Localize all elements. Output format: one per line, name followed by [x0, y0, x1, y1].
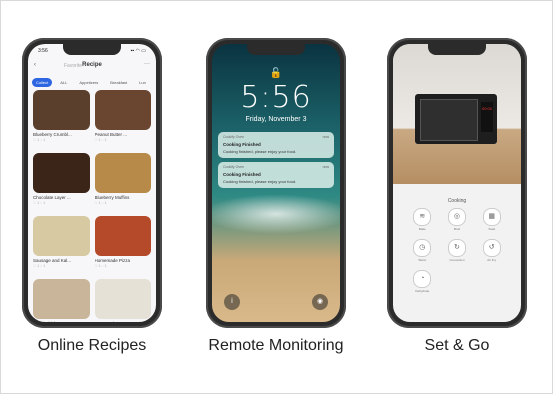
flashlight-icon[interactable]: ⅰ [224, 294, 240, 310]
notification-app: Cookify Oven [223, 135, 245, 139]
signal-icon: ▪▪ ◠ ▭ [130, 48, 146, 54]
recipe-name: Chocolate Layer ... [33, 195, 71, 200]
notification-body: Cooking finished, please enjoy your food… [223, 149, 297, 154]
recipe-thumbnail[interactable] [33, 153, 90, 193]
cooking-mode-button[interactable]: ▦ Toast [474, 208, 509, 231]
cooking-mode-button[interactable]: ≋ Bake [405, 208, 440, 231]
recipe-meta: ♡ 1 ◌ 1 [94, 201, 107, 205]
recipe-card[interactable]: Peanut Butter ... ♡ 1 ◌ 1 [94, 90, 151, 148]
recipe-card[interactable]: Blueberry Crumbl... ♡ 1 ◌ 1 [33, 90, 90, 148]
phone-notch [63, 44, 121, 55]
recipe-name: Blueberry Crumbl... [33, 132, 72, 137]
recipe-name: Buttery Dinner ... [95, 321, 152, 322]
section-title: Cooking [447, 198, 467, 204]
recipe-meta: ♡ 1 ◌ 1 [33, 201, 46, 205]
recipe-card[interactable]: Homemade Pizza ♡ 1 ◌ 1 [94, 216, 151, 274]
caption-remote-monitoring: Remote Monitoring [208, 337, 344, 354]
phone-notch [428, 44, 486, 55]
cooking-mode-label: Dehydrate [415, 289, 430, 293]
recipe-name: Peanut Butter ... [94, 132, 128, 137]
cooking-mode-button[interactable]: ◎ Broil [440, 208, 475, 231]
cooking-mode-button[interactable]: ↺ Air Fry [474, 239, 509, 262]
cooking-mode-label: Toast [488, 227, 496, 231]
cooking-mode-button[interactable]: ↻ Convection [440, 239, 475, 262]
phone-remote-monitoring: 🔓 5:56 Friday, November 3 Cookify Oven n… [206, 38, 346, 328]
cooking-mode-icon: ◎ [447, 208, 466, 226]
chip-breakfast[interactable]: Breakfast [106, 78, 131, 87]
lock-screen: 🔓 5:56 Friday, November 3 Cookify Oven n… [212, 44, 340, 322]
cooking-mode-label: Bake [418, 227, 426, 231]
notification-body: Cooking finished, please enjoy your food… [223, 179, 297, 184]
notification-app: Cookify Oven [223, 165, 245, 169]
recipe-thumbnail[interactable] [33, 279, 90, 319]
category-chips: Collect ALL Appetizers Breakfast Lun [32, 78, 156, 87]
notification-title: Cooking Finished [223, 172, 261, 177]
cooking-mode-icon: ◷ [413, 239, 432, 257]
cooking-mode-button[interactable]: ◷ Warm [405, 239, 440, 262]
notification-title: Cooking Finished [223, 142, 261, 147]
oven-control-screen: 00:00 Cooking ≋ Bake ◎ Broil ▦ Toast ◷ Warm ↻ Con… [393, 44, 521, 322]
oven-display: 00:00 [481, 106, 492, 111]
cooking-mode-label: Broil [453, 227, 460, 231]
caption-online-recipes: Online Recipes [37, 337, 147, 354]
cooking-mode-label: Air Fry [487, 258, 497, 262]
chip-appetizers[interactable]: Appetizers [75, 78, 102, 87]
page-title: Recipe [82, 62, 102, 68]
notification-card[interactable]: Cookify Oven now Cooking Finished Cookin… [218, 132, 334, 158]
nav-bar: ‹ Favorite Recipe ··· [28, 60, 156, 74]
status-time: 3:56 [38, 48, 48, 54]
recipe-card[interactable]: Blueberry Muffins ♡ 1 ◌ 1 [94, 153, 151, 211]
camera-icon[interactable]: ◉ [312, 294, 328, 310]
cooking-mode-icon: ≋ [413, 208, 432, 226]
recipe-thumbnail[interactable] [33, 216, 90, 256]
recipe-thumbnail[interactable] [94, 216, 151, 256]
chip-all[interactable]: ALL [56, 78, 71, 87]
recipe-grid: Blueberry Crumbl... ♡ 1 ◌ 1 Peanut Butter … [33, 90, 151, 322]
cooking-mode-icon: ◔ [413, 270, 432, 288]
chip-collect[interactable]: Collect [32, 78, 53, 87]
recipe-thumbnail[interactable] [33, 90, 90, 130]
cooking-mode-button[interactable]: ◔ Dehydrate [405, 270, 440, 293]
recipe-card[interactable]: Buttery Dinner ...♡ 1 ◌ 1 [94, 279, 152, 322]
cooking-mode-grid: ≋ Bake ◎ Broil ▦ Toast ◷ Warm ↻ Convection ↺ Air Fr… [405, 208, 509, 293]
wallpaper-wave [212, 194, 340, 234]
recipe-thumbnail[interactable] [94, 90, 151, 130]
unlock-icon: 🔓 [269, 68, 283, 79]
recipe-meta: ♡ 1 ◌ 1 [33, 138, 46, 142]
lock-time: 5:56 [240, 80, 312, 115]
recipe-name: Blueberry Muffins [94, 195, 130, 200]
recipe-meta: ♡ 1 ◌ 1 [94, 264, 107, 268]
phone-set-and-go: 00:00 Cooking ≋ Bake ◎ Broil ▦ Toast ◷ Warm ↻ Con… [387, 38, 527, 328]
recipe-thumbnail[interactable] [94, 279, 151, 319]
oven-door [420, 99, 478, 141]
notification-time: now [322, 165, 329, 169]
recipe-meta: ♡ 1 ◌ 1 [94, 138, 107, 142]
cooking-mode-label: Warm [418, 258, 427, 262]
recipe-card[interactable]: Spicy Chicken...♡ 1 ◌ 1 [33, 279, 90, 322]
cooking-mode-icon: ↻ [447, 239, 466, 257]
notification-time: now [322, 135, 329, 139]
recipe-thumbnail[interactable] [94, 153, 151, 193]
more-icon[interactable]: ··· [144, 61, 150, 67]
recipes-screen: 3:56 ▪▪ ◠ ▭ ‹ Favorite Recipe ··· Collec… [28, 44, 156, 322]
recipe-name: Homemade Pizza [94, 258, 131, 263]
phone-notch [247, 44, 305, 55]
chip-lunch[interactable]: Lun [135, 78, 150, 87]
oven-hero-image: 00:00 [393, 44, 521, 184]
recipe-card[interactable]: Chocolate Layer ... ♡ 1 ◌ 1 [33, 153, 90, 211]
caption-set-and-go: Set & Go [424, 337, 490, 354]
recipe-card[interactable]: Sausage and Kal... ♡ 1 ◌ 1 [33, 216, 90, 274]
recipe-name: Sausage and Kal... [33, 258, 72, 263]
notification-card[interactable]: Cookify Oven now Cooking Finished Cookin… [218, 162, 334, 188]
phone-online-recipes: 3:56 ▪▪ ◠ ▭ ‹ Favorite Recipe ··· Collec… [22, 38, 162, 328]
lock-date: Friday, November 3 [245, 116, 307, 123]
cooking-mode-label: Convection [449, 258, 465, 262]
oven-panel: 00:00 [481, 102, 493, 132]
recipe-name: Spicy Chicken... [33, 321, 90, 322]
cooking-mode-icon: ↺ [482, 239, 501, 257]
oven-illustration: 00:00 [415, 94, 497, 144]
recipe-meta: ♡ 1 ◌ 1 [33, 264, 46, 268]
cooking-mode-icon: ▦ [482, 208, 501, 226]
